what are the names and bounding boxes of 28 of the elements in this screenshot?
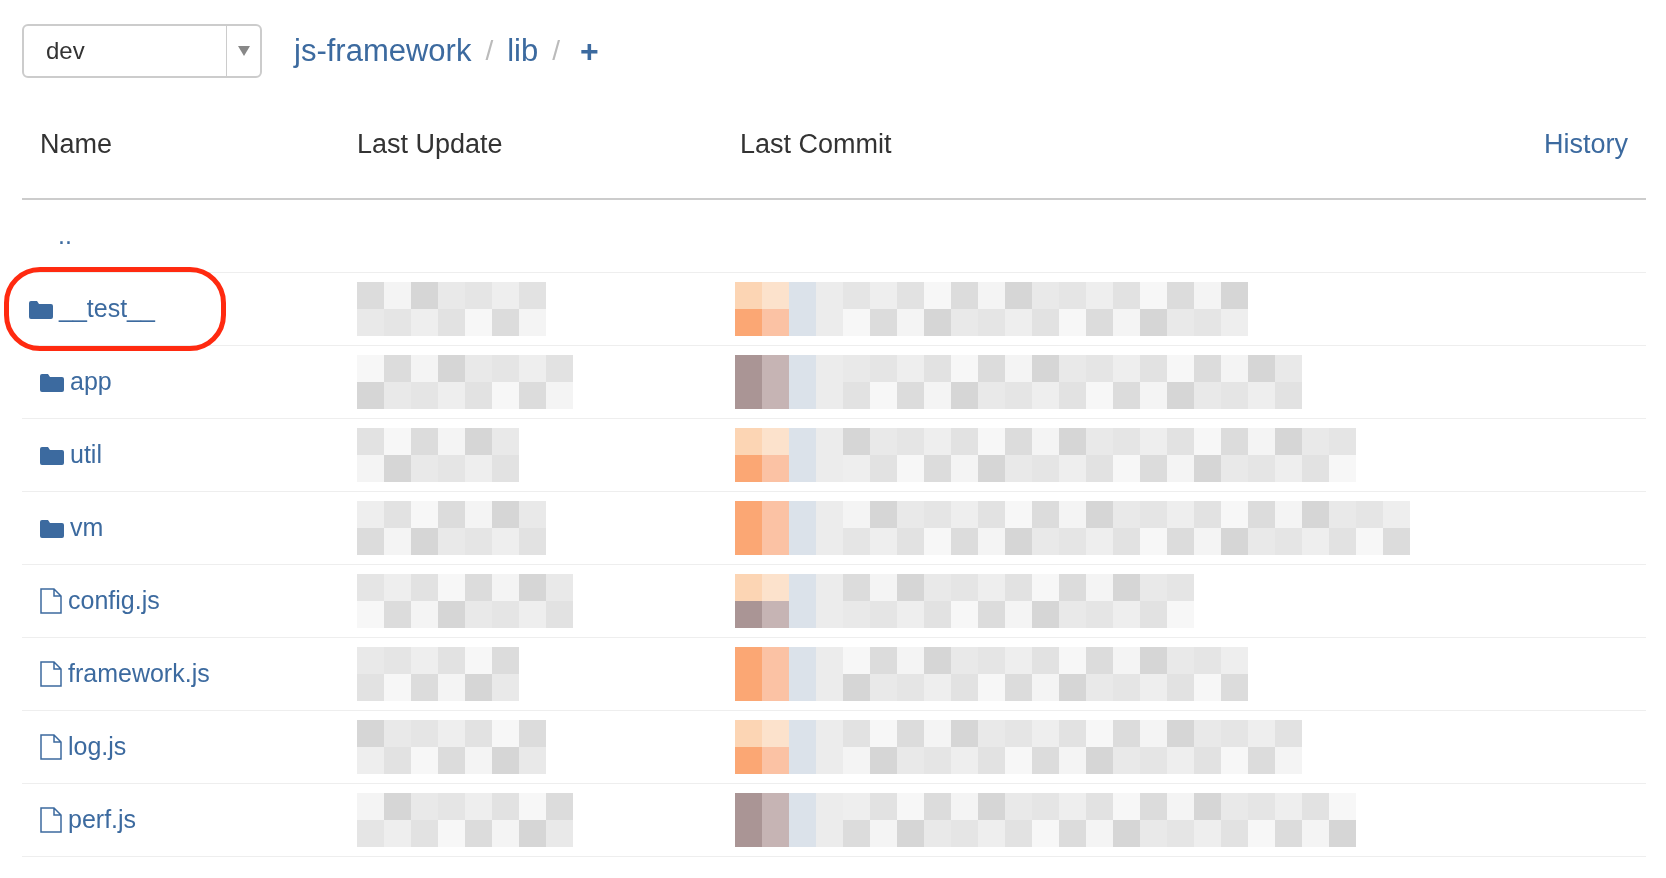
file-link[interactable]: framework.js — [34, 651, 216, 697]
column-header: Last Update — [356, 127, 504, 161]
add-button[interactable]: + — [580, 27, 599, 75]
column-header: Last Commit — [739, 127, 893, 161]
column-header: Name — [39, 127, 114, 161]
file-icon — [40, 807, 62, 833]
caret-icon — [237, 46, 250, 56]
file-icon — [40, 661, 62, 687]
branch-select[interactable]: dev — [22, 24, 262, 78]
history-link[interactable]: History — [1544, 123, 1646, 165]
file-link[interactable]: app — [34, 359, 118, 405]
file-link[interactable]: __test__ — [4, 267, 226, 351]
folder-icon — [40, 518, 64, 538]
breadcrumb-separator: / — [552, 34, 560, 68]
folder-icon — [40, 372, 64, 392]
file-link[interactable]: .. — [34, 213, 78, 259]
folder-icon — [40, 445, 64, 465]
file-link[interactable]: vm — [34, 505, 110, 551]
file-link[interactable]: config.js — [34, 578, 166, 624]
breadcrumb-separator: / — [485, 34, 494, 68]
folder-icon — [29, 299, 53, 319]
file-link[interactable]: log.js — [34, 724, 133, 770]
breadcrumb-link[interactable]: js-framework — [294, 27, 472, 75]
breadcrumb-link[interactable]: lib — [507, 27, 539, 75]
file-link[interactable]: util — [34, 432, 108, 478]
file-icon — [40, 588, 62, 614]
file-icon — [40, 734, 62, 760]
file-link[interactable]: perf.js — [34, 797, 143, 843]
